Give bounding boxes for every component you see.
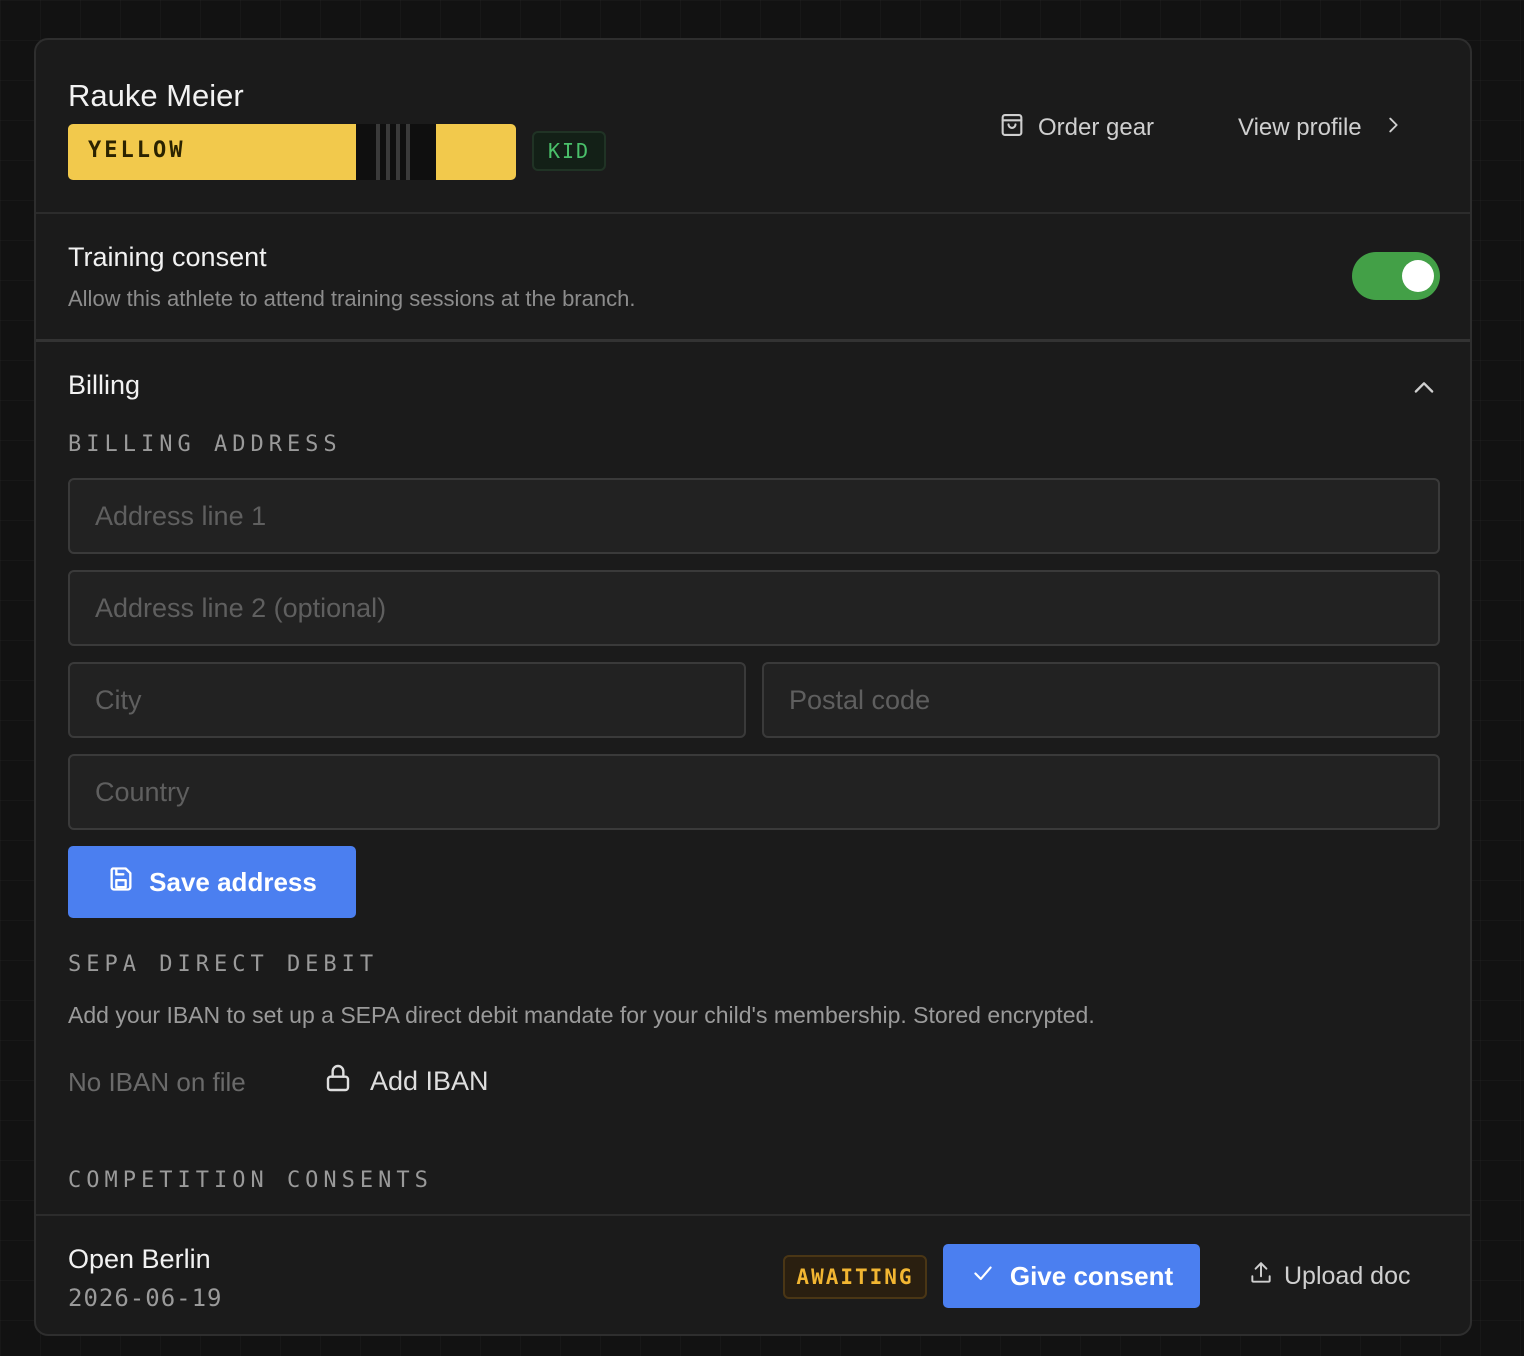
lock-icon bbox=[322, 1062, 354, 1101]
belt-rank-bar: YELLOW bbox=[68, 124, 516, 180]
billing-address-label: BILLING ADDRESS bbox=[68, 432, 342, 457]
order-gear-label: Order gear bbox=[1038, 114, 1155, 141]
billing-section-title: Billing bbox=[68, 370, 141, 400]
consent-status-badge: AWAITING bbox=[783, 1255, 927, 1299]
save-address-button[interactable]: Save address bbox=[68, 846, 356, 918]
give-consent-label: Give consent bbox=[1009, 1260, 1174, 1291]
order-gear-button[interactable]: Order gear bbox=[998, 110, 1154, 146]
sepa-description: Add your IBAN to set up a SEPA direct de… bbox=[68, 1002, 1095, 1028]
address-line2-input[interactable] bbox=[68, 570, 1440, 646]
belt-label: YELLOW bbox=[88, 138, 186, 163]
view-profile-label: View profile bbox=[1238, 114, 1362, 141]
upload-doc-button[interactable]: Upload doc bbox=[1248, 1260, 1410, 1293]
upload-icon bbox=[1248, 1260, 1274, 1293]
country-input[interactable] bbox=[68, 754, 1440, 830]
address-line1-input[interactable] bbox=[68, 478, 1440, 554]
training-consent-description: Allow this athlete to attend training se… bbox=[68, 286, 636, 311]
training-consent-toggle[interactable] bbox=[1352, 252, 1440, 300]
athlete-name: Rauke Meier bbox=[68, 78, 244, 113]
toggle-knob bbox=[1402, 260, 1434, 292]
save-icon bbox=[107, 865, 135, 900]
check-icon bbox=[970, 1260, 996, 1293]
view-profile-link[interactable]: View profile bbox=[1238, 110, 1404, 146]
add-iban-button[interactable]: Add IBAN bbox=[322, 1062, 489, 1101]
divider bbox=[36, 212, 1470, 214]
competition-consents-label: COMPETITION CONSENTS bbox=[68, 1168, 433, 1193]
event-date: 2026-06-19 bbox=[68, 1284, 223, 1312]
athlete-card: Rauke Meier YELLOW KID Order gear View p… bbox=[34, 38, 1472, 1336]
add-iban-label: Add IBAN bbox=[370, 1066, 489, 1096]
sepa-direct-debit-label: SEPA DIRECT DEBIT bbox=[68, 952, 379, 977]
event-name: Open Berlin bbox=[68, 1244, 211, 1274]
give-consent-button[interactable]: Give consent bbox=[943, 1244, 1200, 1308]
chevron-right-icon bbox=[1382, 114, 1404, 143]
city-input[interactable] bbox=[68, 662, 746, 738]
chevron-up-icon bbox=[1410, 382, 1438, 406]
divider bbox=[36, 1214, 1470, 1216]
belt-stripes bbox=[356, 124, 436, 180]
shopping-bag-icon bbox=[998, 111, 1026, 146]
training-consent-title: Training consent bbox=[68, 242, 267, 272]
save-address-label: Save address bbox=[149, 866, 317, 897]
postal-code-input[interactable] bbox=[762, 662, 1440, 738]
collapse-billing-button[interactable] bbox=[1410, 374, 1438, 407]
upload-doc-label: Upload doc bbox=[1284, 1262, 1411, 1290]
divider bbox=[36, 339, 1470, 342]
iban-status-text: No IBAN on file bbox=[68, 1067, 246, 1097]
age-group-badge: KID bbox=[532, 131, 606, 171]
